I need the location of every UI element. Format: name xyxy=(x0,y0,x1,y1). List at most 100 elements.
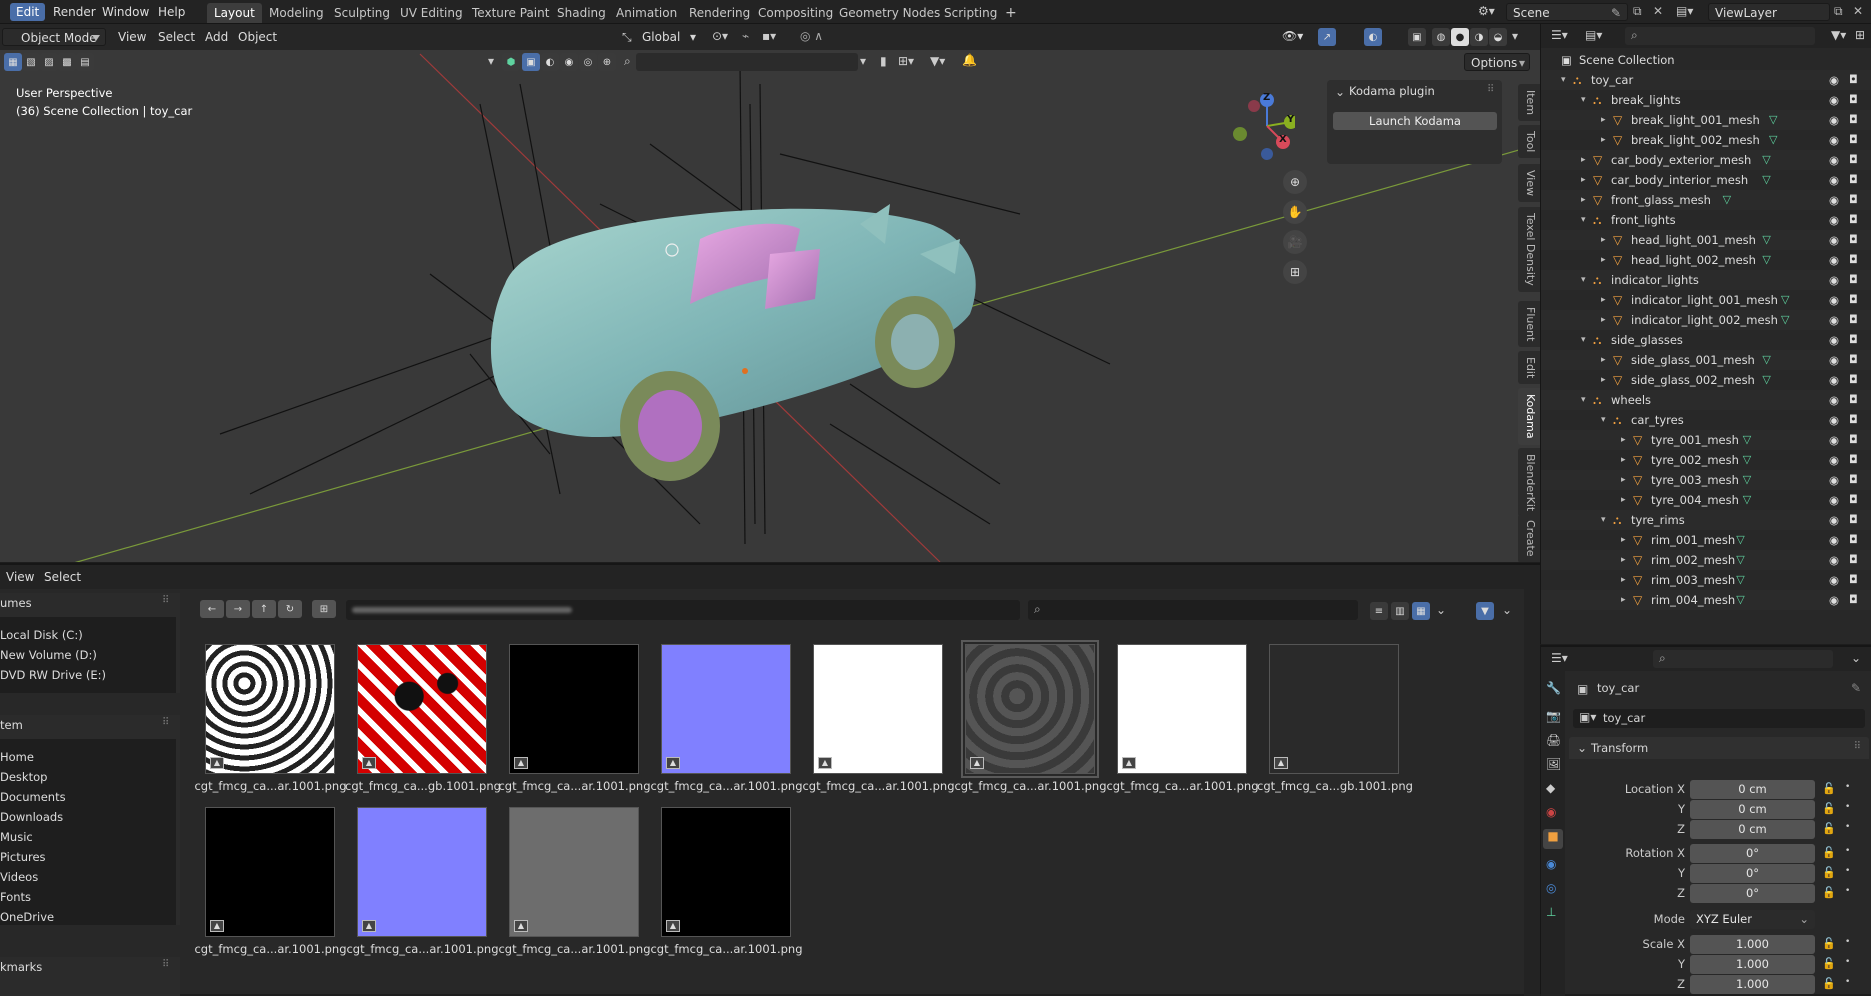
sidetab-view[interactable]: View xyxy=(1518,164,1540,203)
close-view-layer-icon[interactable]: ✕ xyxy=(1853,4,1863,18)
mesh-data-icon[interactable]: ▽ xyxy=(1769,110,1777,130)
sidetab-kodama[interactable]: Kodama xyxy=(1518,388,1540,445)
tab-sculpting[interactable]: Sculpting xyxy=(327,3,397,23)
visibility-eye-icon[interactable]: ◉ xyxy=(1829,310,1839,330)
collapse-chevron-icon[interactable]: ⌄ xyxy=(1335,85,1345,99)
visibility-eye-icon[interactable]: ◉ xyxy=(1829,390,1839,410)
render-camera-icon[interactable]: ◘ xyxy=(1849,130,1858,150)
mesh-data-icon[interactable]: ▽ xyxy=(1743,450,1751,470)
collapse-arrow-icon[interactable]: ▸ xyxy=(1621,470,1626,490)
outliner-collection-row[interactable]: ▾ ⛬ indicator_lights ◉ ◘ xyxy=(1541,270,1871,290)
directory-path-input[interactable] xyxy=(346,600,1020,620)
outliner-object-row[interactable]: ▸ ▽ rim_002_mesh ▽ ◉ ◘ xyxy=(1541,550,1871,570)
texture-thumbnail[interactable]: ▲ xyxy=(1269,644,1399,774)
forward-arrow-icon[interactable]: → xyxy=(226,600,250,618)
scene-selector[interactable]: Scene ✎ xyxy=(1506,3,1628,21)
outliner-object-row[interactable]: ▸ ▽ tyre_004_mesh ▽ ◉ ◘ xyxy=(1541,490,1871,510)
texture-thumbnail[interactable]: ▲ xyxy=(205,807,335,937)
outliner-collection-row[interactable]: ▾ ⛬ tyre_rims ◉ ◘ xyxy=(1541,510,1871,530)
system-item-fonts[interactable]: Fonts xyxy=(0,887,31,907)
select-subtract-icon[interactable]: ▨ xyxy=(40,53,58,71)
rotation-y-field[interactable]: 0° xyxy=(1690,864,1815,883)
parent-dir-icon[interactable]: ↑ xyxy=(252,600,276,618)
render-camera-icon[interactable]: ◘ xyxy=(1849,390,1858,410)
filter-icon[interactable]: ▼▾ xyxy=(930,54,945,68)
render-camera-icon[interactable]: ◘ xyxy=(1849,530,1858,550)
menu-window[interactable]: Window xyxy=(96,3,155,21)
mesh-data-icon[interactable]: ▽ xyxy=(1736,570,1744,590)
collapse-arrow-icon[interactable]: ▸ xyxy=(1581,190,1586,210)
display-chevron-icon[interactable]: ⌄ xyxy=(1436,603,1446,617)
copy-view-layer-icon[interactable]: ⧉ xyxy=(1834,4,1843,19)
add-workspace-icon[interactable]: + xyxy=(998,3,1024,23)
tab-rendering[interactable]: Rendering xyxy=(682,3,757,23)
output-tab-icon[interactable]: 🖨 xyxy=(1546,733,1561,747)
mesh-data-icon[interactable]: ▽ xyxy=(1762,350,1770,370)
mesh-data-icon[interactable]: ▽ xyxy=(1743,430,1751,450)
outliner-object-row[interactable]: ▸ ▽ indicator_light_001_mesh ▽ ◉ ◘ xyxy=(1541,290,1871,310)
copy-scene-icon[interactable]: ⧉ xyxy=(1633,4,1642,19)
visibility-eye-icon[interactable]: ◉ xyxy=(1829,430,1839,450)
outliner-root-row[interactable]: ▣ Scene Collection xyxy=(1541,50,1871,70)
menu-add[interactable]: Add xyxy=(199,28,234,46)
outliner-object-row[interactable]: ▸ ▽ tyre_001_mesh ▽ ◉ ◘ xyxy=(1541,430,1871,450)
outliner-object-row[interactable]: ▸ ▽ tyre_003_mesh ▽ ◉ ◘ xyxy=(1541,470,1871,490)
outliner-object-row[interactable]: ▸ ▽ front_glass_mesh ▽ ◉ ◘ xyxy=(1541,190,1871,210)
search-chevron-icon[interactable]: ▾ xyxy=(860,54,866,68)
gizmo-toggle-icon[interactable]: ↗ xyxy=(1318,28,1336,46)
outliner-object-row[interactable]: ▸ ▽ head_light_002_mesh ▽ ◉ ◘ xyxy=(1541,250,1871,270)
tab-scripting[interactable]: Scripting xyxy=(937,3,1004,23)
render-camera-icon[interactable]: ◘ xyxy=(1849,510,1858,530)
collapse-arrow-icon[interactable]: ▸ xyxy=(1601,290,1606,310)
view-layer-icon[interactable]: ▤▾ xyxy=(1676,4,1693,18)
texture-thumbnail[interactable]: ▲ xyxy=(661,807,791,937)
grid-toggle-icon[interactable]: ⊞ xyxy=(1283,260,1307,284)
3d-viewport[interactable]: Object Mode View Select Add Object ⤡ Glo… xyxy=(0,24,1540,562)
texture-thumbnail[interactable]: ▲ xyxy=(509,807,639,937)
visibility-eye-icon[interactable]: ◉ xyxy=(1829,130,1839,150)
volume-item[interactable]: Local Disk (C:) xyxy=(0,625,83,645)
view-layer-tab-icon[interactable]: 🖼 xyxy=(1546,757,1561,771)
lock-icon[interactable]: 🔓 xyxy=(1822,977,1836,990)
render-camera-icon[interactable]: ◘ xyxy=(1849,430,1858,450)
visibility-icon[interactable]: 👁▾ xyxy=(1282,29,1303,43)
texture-thumbnail[interactable]: ▲ xyxy=(961,640,1099,778)
lock-icon[interactable]: 🔓 xyxy=(1822,937,1836,950)
expand-chevron-icon[interactable]: ▾ xyxy=(1581,390,1586,410)
keyframe-dot-icon[interactable]: • xyxy=(1845,802,1850,812)
render-camera-icon[interactable]: ◘ xyxy=(1849,590,1858,610)
mesh-filter-icon[interactable]: ▣ xyxy=(522,53,540,71)
keyframe-dot-icon[interactable]: • xyxy=(1845,866,1850,876)
expand-chevron-icon[interactable]: ▾ xyxy=(1581,210,1586,230)
overlay-toggle-icon[interactable]: ◐ xyxy=(1364,28,1382,46)
outliner-object-row[interactable]: ▸ ▽ side_glass_002_mesh ▽ ◉ ◘ xyxy=(1541,370,1871,390)
proportional-edit-icon[interactable]: ◎ ∧ xyxy=(800,29,823,43)
outliner-object-row[interactable]: ▸ ▽ break_light_002_mesh ▽ ◉ ◘ xyxy=(1541,130,1871,150)
visibility-eye-icon[interactable]: ◉ xyxy=(1829,570,1839,590)
volume-item[interactable]: New Volume (D:) xyxy=(0,645,97,665)
refresh-icon[interactable]: ↻ xyxy=(278,600,302,618)
render-camera-icon[interactable]: ◘ xyxy=(1849,210,1858,230)
render-camera-icon[interactable]: ◘ xyxy=(1849,570,1858,590)
scale-z-field[interactable]: 1.000 xyxy=(1690,975,1815,994)
system-item-documents[interactable]: Documents xyxy=(0,787,66,807)
visibility-eye-icon[interactable]: ◉ xyxy=(1829,70,1839,90)
expand-chevron-icon[interactable]: ▾ xyxy=(1581,330,1586,350)
view-layer-selector[interactable]: ViewLayer xyxy=(1708,3,1830,21)
visibility-eye-icon[interactable]: ◉ xyxy=(1829,170,1839,190)
pan-hand-icon[interactable]: ✋ xyxy=(1283,200,1307,224)
rotation-mode-dropdown[interactable]: XYZ Euler ⌄ xyxy=(1690,910,1815,929)
collapse-arrow-icon[interactable]: ▸ xyxy=(1621,450,1626,470)
outliner-object-row[interactable]: ▸ ▽ indicator_light_002_mesh ▽ ◉ ◘ xyxy=(1541,310,1871,330)
system-item-downloads[interactable]: Downloads xyxy=(0,807,63,827)
mode-selector[interactable]: Object Mode xyxy=(2,28,106,46)
visibility-eye-icon[interactable]: ◉ xyxy=(1829,90,1839,110)
keyframe-dot-icon[interactable]: • xyxy=(1845,957,1850,967)
select-box-icon[interactable]: ▦ xyxy=(4,53,22,71)
pin-icon[interactable]: ✎ xyxy=(1851,681,1861,695)
render-camera-icon[interactable]: ◘ xyxy=(1849,150,1858,170)
render-camera-icon[interactable]: ◘ xyxy=(1849,490,1858,510)
file-search-input[interactable]: ⌕ xyxy=(1028,600,1358,620)
outliner-object-row[interactable]: ▸ ▽ tyre_002_mesh ▽ ◉ ◘ xyxy=(1541,450,1871,470)
tab-texture-paint[interactable]: Texture Paint xyxy=(465,3,556,23)
